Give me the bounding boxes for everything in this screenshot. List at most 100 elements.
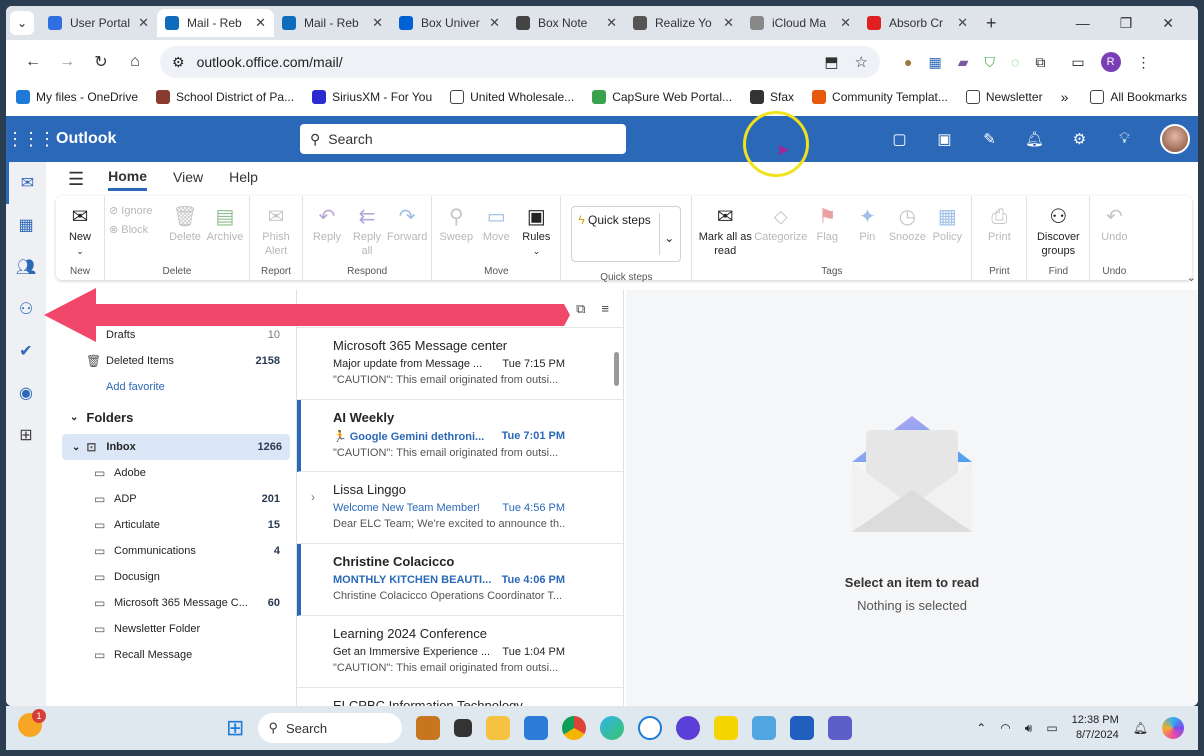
delete-button[interactable]: 🗑︎ Delete xyxy=(165,196,205,266)
word-icon[interactable] xyxy=(790,716,815,740)
browser-tab[interactable]: Box Univer ✕ xyxy=(391,9,508,37)
back-icon[interactable]: ← xyxy=(16,53,50,71)
rail-people-icon[interactable]: 👥︎ xyxy=(6,246,46,288)
rail-groups-icon[interactable]: ⚇ xyxy=(6,288,46,330)
browser-tab[interactable]: Mail - Reb ✕ xyxy=(157,9,274,37)
browser-tab[interactable]: User Portal ✕ xyxy=(40,9,157,37)
mark-all-read-button[interactable]: ✉ Mark all as read xyxy=(696,196,754,266)
rail-calendar-icon[interactable]: ▦ xyxy=(6,204,46,246)
battery-icon[interactable]: ▭ xyxy=(1046,721,1057,735)
close-tab-icon[interactable]: ✕ xyxy=(372,15,383,31)
ribbon-expand-chevron-icon[interactable]: ⌄ xyxy=(1187,271,1196,284)
bookmark-item[interactable]: CapSure Web Portal... xyxy=(592,90,732,104)
message-list-scrollbar[interactable] xyxy=(614,352,619,386)
add-favorite-link[interactable]: Add favorite xyxy=(56,374,296,400)
copilot-app-icon[interactable] xyxy=(676,716,701,740)
favorite-folder-item[interactable]: 🗑︎ Deleted Items 2158 xyxy=(56,348,296,374)
subfolder-item[interactable]: ▭ ADP 201 xyxy=(56,486,296,512)
extension-sync-icon[interactable]: ◌ xyxy=(1011,54,1019,70)
rules-button[interactable]: ▣ Rules ⌄ xyxy=(516,196,556,266)
subfolder-item[interactable]: ▭ Newsletter Folder xyxy=(56,616,296,642)
ignore-button[interactable]: ⊘ Ignore xyxy=(109,204,165,217)
chevron-down-icon[interactable]: ⌄ xyxy=(659,213,674,255)
subfolder-item[interactable]: ▭ Articulate 15 xyxy=(56,512,296,538)
taskbar-clock[interactable]: 12:38 PM 8/7/2024 xyxy=(1072,713,1119,743)
restore-button[interactable]: ❐ xyxy=(1120,15,1133,32)
cast-icon[interactable]: ▭ xyxy=(1071,54,1084,71)
new-mail-button[interactable]: ✉ New ⌄ xyxy=(60,196,100,266)
sweep-button[interactable]: ⚲ Sweep xyxy=(436,196,476,266)
volume-icon[interactable]: 🔊︎ xyxy=(1025,721,1033,736)
url-bar[interactable]: ⚙ outlook.office.com/mail/ ⬒ ☆ xyxy=(160,46,880,78)
user-avatar[interactable] xyxy=(1160,124,1190,154)
forward-button[interactable]: ↷ Forward xyxy=(387,196,427,266)
more-bookmarks-button[interactable]: » xyxy=(1061,89,1069,105)
extension-jar-icon[interactable]: ▰ xyxy=(958,54,969,71)
move-button[interactable]: ▭ Move xyxy=(476,196,516,266)
bookmark-item[interactable]: My files - OneDrive xyxy=(16,90,138,104)
bookmark-item[interactable]: United Wholesale... xyxy=(450,90,574,104)
phish-alert-button[interactable]: ✉ Phish Alert xyxy=(254,196,298,266)
all-bookmarks-button[interactable]: All Bookmarks xyxy=(1090,90,1187,104)
extension-shield-icon[interactable]: ⛉ xyxy=(984,54,995,71)
flag-button[interactable]: ⚑ Flag xyxy=(807,196,847,266)
browser-tab[interactable]: Realize Yo ✕ xyxy=(625,9,742,37)
browser-menu-icon[interactable]: ⋮ xyxy=(1137,54,1151,71)
message-item[interactable]: Christine Colacicco MONTHLY KITCHEN BEAUT… xyxy=(297,544,623,616)
close-tab-icon[interactable]: ✕ xyxy=(255,15,266,31)
sticky-notes-icon[interactable] xyxy=(714,716,739,740)
teams-icon[interactable] xyxy=(828,716,853,740)
tab-search-button[interactable]: ⌄ xyxy=(10,11,34,35)
subfolder-item[interactable]: ▭ Docusign xyxy=(56,564,296,590)
close-tab-icon[interactable]: ✕ xyxy=(606,15,617,31)
categorize-button[interactable]: ⬦ Categorize xyxy=(754,196,807,266)
chrome-icon[interactable] xyxy=(562,716,587,740)
bookmark-item[interactable]: Sfax xyxy=(750,90,794,104)
edge-icon[interactable] xyxy=(600,716,625,740)
quick-steps-gallery[interactable]: ϟ Quick steps ⌄ xyxy=(571,206,682,262)
onenote-icon[interactable]: ▣ xyxy=(935,130,954,149)
close-window-button[interactable]: ✕ xyxy=(1162,15,1174,32)
taskbar-search[interactable]: ⚲ Search xyxy=(258,713,403,743)
windows-start-icon[interactable]: ⊞ xyxy=(226,715,244,741)
close-tab-icon[interactable]: ✕ xyxy=(957,15,968,31)
bookmark-star-icon[interactable]: ☆ xyxy=(855,53,868,71)
teams-chat-icon[interactable]: ▢ xyxy=(890,130,909,149)
subfolder-item[interactable]: ▭ Adobe xyxy=(56,460,296,486)
rail-more-apps-icon[interactable]: ⊞ xyxy=(6,414,46,456)
outlook-brand[interactable]: Outlook xyxy=(56,130,300,148)
policy-button[interactable]: ▦ Policy xyxy=(927,196,967,266)
tips-lightbulb-icon[interactable]: 💡︎ xyxy=(1115,130,1134,149)
browser-tab[interactable]: Absorb Cr ✕ xyxy=(859,9,976,37)
subfolder-item[interactable]: ▭ Recall Message xyxy=(56,642,296,668)
message-item[interactable]: AI Weekly 🏃 Google Gemini dethroni... Tue … xyxy=(297,400,623,472)
task-view-icon[interactable] xyxy=(454,719,473,737)
minimize-button[interactable]: — xyxy=(1076,15,1090,32)
reload-icon[interactable]: ↻ xyxy=(84,52,118,72)
extension-grid-icon[interactable]: ▦ xyxy=(928,54,941,71)
bookmark-item[interactable]: Community Templat... xyxy=(812,90,948,104)
subfolder-item[interactable]: ▭ Microsoft 365 Message C... 60 xyxy=(56,590,296,616)
message-item[interactable]: › Lissa Linggo Welcome New Team Member! Tue… xyxy=(297,472,623,544)
tab-help[interactable]: Help xyxy=(229,169,258,189)
reply-all-button[interactable]: ⇇ Reply all xyxy=(347,196,387,266)
weather-widget[interactable]: 1 xyxy=(18,709,48,743)
settings-gear-icon[interactable]: ⚙ xyxy=(1070,130,1089,149)
tab-home[interactable]: Home xyxy=(108,168,148,191)
file-explorer-icon[interactable] xyxy=(486,716,511,740)
notification-bell-icon[interactable]: 🔔︎ xyxy=(1133,721,1148,735)
rail-todo-check-icon[interactable]: ✔ xyxy=(6,330,46,372)
extensions-puzzle-icon[interactable]: ⧉ xyxy=(1035,54,1045,71)
select-mode-icon[interactable]: ⧉ xyxy=(576,301,585,317)
pin-button[interactable]: ✦ Pin xyxy=(847,196,887,266)
message-item[interactable]: Learning 2024 Conference Get an Immersive… xyxy=(297,616,623,688)
block-button[interactable]: ⊗ Block xyxy=(109,223,165,236)
message-item[interactable]: ELCPBC Information Technology xyxy=(297,688,623,706)
home-icon[interactable]: ⌂ xyxy=(118,53,152,71)
browser-tab[interactable]: iCloud Ma ✕ xyxy=(742,9,859,37)
reply-button[interactable]: ↶ Reply xyxy=(307,196,347,266)
tab-view[interactable]: View xyxy=(173,169,203,189)
bookmark-item[interactable]: SiriusXM - For You xyxy=(312,90,432,104)
install-app-icon[interactable]: ⬒ xyxy=(824,53,838,71)
rail-viva-icon[interactable]: ◉ xyxy=(6,372,46,414)
